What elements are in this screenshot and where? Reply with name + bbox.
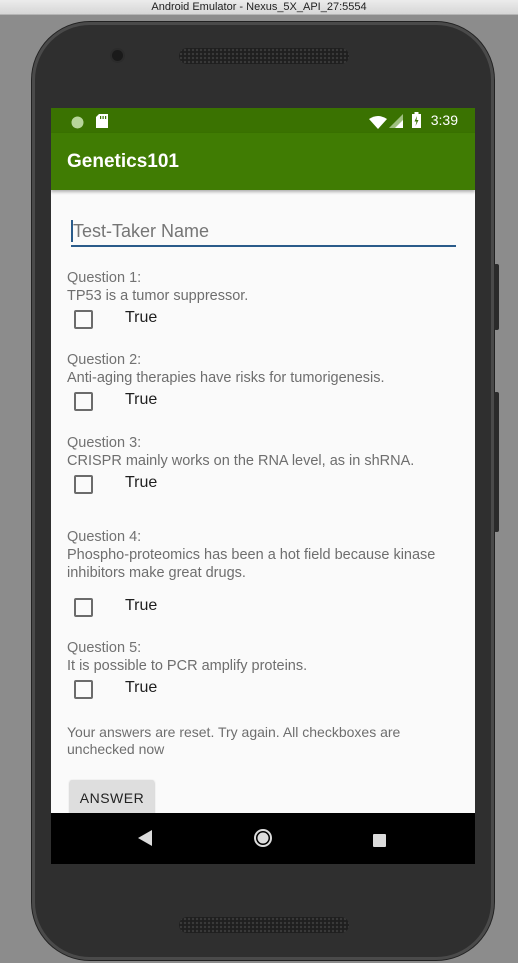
recents-icon[interactable] xyxy=(373,832,386,851)
device-screen: 3:39 Genetics101 Question 1: TP53 is a t… xyxy=(51,108,475,864)
question-1-checkbox[interactable]: True xyxy=(74,309,224,332)
quiz-content[interactable]: Question 1: TP53 is a tumor suppressor. … xyxy=(51,190,475,813)
question-2-label: Question 2: xyxy=(67,352,142,368)
checkbox-label[interactable]: True xyxy=(125,679,157,697)
battery-icon xyxy=(412,112,421,132)
checkbox-box[interactable] xyxy=(74,392,93,411)
checkbox-label[interactable]: True xyxy=(125,309,157,327)
question-2-checkbox[interactable]: True xyxy=(74,391,224,414)
question-1-label: Question 1: xyxy=(67,270,142,286)
question-4-text: Phospho-proteomics has been a hot field … xyxy=(67,547,436,581)
result-message: Your answers are reset. Try again. All c… xyxy=(67,724,401,757)
question-3-checkbox[interactable]: True xyxy=(74,474,224,497)
checkbox-box[interactable] xyxy=(74,680,93,699)
checkbox-label[interactable]: True xyxy=(125,391,157,409)
window-title: Android Emulator - Nexus_5X_API_27:5554 xyxy=(0,0,518,15)
signal-icon xyxy=(389,113,403,132)
test-taker-name-input[interactable] xyxy=(71,217,456,247)
question-5-label: Question 5: xyxy=(67,640,142,656)
home-icon[interactable] xyxy=(253,828,273,852)
question-2-text: Anti-aging therapies have risks for tumo… xyxy=(67,370,385,386)
question-4-checkbox[interactable]: True xyxy=(74,597,224,620)
question-1-text: TP53 is a tumor suppressor. xyxy=(67,288,249,304)
status-time: 3:39 xyxy=(430,112,458,128)
top-speaker xyxy=(179,48,349,64)
question-5-text: It is possible to PCR amplify proteins. xyxy=(67,658,308,674)
checkbox-box[interactable] xyxy=(74,475,93,494)
question-3-text: CRISPR mainly works on the RNA level, as… xyxy=(67,453,415,469)
status-bar: 3:39 xyxy=(51,108,475,133)
back-icon[interactable] xyxy=(138,830,152,850)
notification-dot-icon xyxy=(71,114,84,133)
app-title: Genetics101 xyxy=(67,151,179,172)
question-3-label: Question 3: xyxy=(67,435,142,451)
volume-button[interactable] xyxy=(494,392,499,532)
wifi-icon xyxy=(369,114,387,133)
checkbox-label[interactable]: True xyxy=(125,474,157,492)
checkbox-label[interactable]: True xyxy=(125,597,157,615)
text-cursor xyxy=(71,220,73,242)
question-4-label: Question 4: xyxy=(67,529,142,545)
checkbox-box[interactable] xyxy=(74,598,93,617)
question-5-checkbox[interactable]: True xyxy=(74,679,224,702)
checkbox-box[interactable] xyxy=(74,310,93,329)
bottom-speaker xyxy=(179,917,349,933)
sd-card-icon xyxy=(96,113,108,132)
power-button[interactable] xyxy=(494,264,499,330)
front-camera xyxy=(112,50,123,61)
app-bar: Genetics101 xyxy=(51,133,475,190)
navigation-bar xyxy=(51,813,475,864)
answer-button[interactable]: ANSWER xyxy=(70,780,154,813)
